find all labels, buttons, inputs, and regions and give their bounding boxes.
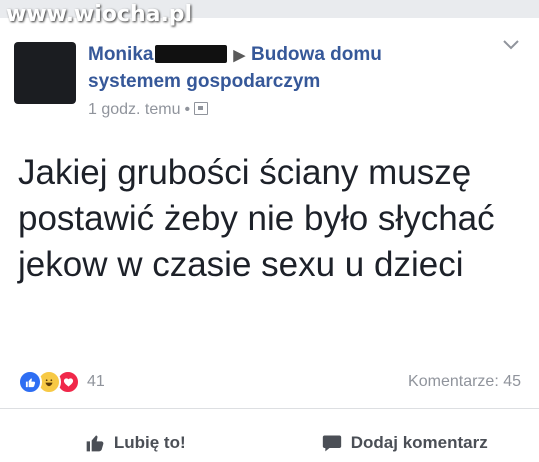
thumbs-up-icon xyxy=(86,435,104,451)
group-icon xyxy=(194,102,209,115)
like-button-label: Lubię to! xyxy=(113,432,186,452)
speech-bubble-icon xyxy=(322,435,341,451)
watermark: www.wiocha.pl xyxy=(6,2,193,27)
author-line: Monika ▶ Budowa domu systemem gospodarczym xyxy=(88,42,478,95)
divider xyxy=(0,408,539,409)
reaction-count: 41 xyxy=(87,373,105,390)
redaction-mark xyxy=(155,45,228,63)
comments-count[interactable]: Komentarze: 45 xyxy=(408,373,521,391)
post-text: Jakiej grubości ściany muszę postawić że… xyxy=(18,153,495,284)
post-stats: 41 Komentarze: 45 xyxy=(18,370,521,394)
post-header: Monika ▶ Budowa domu systemem gospodarczym… xyxy=(88,42,478,121)
meta-separator: • xyxy=(184,101,191,118)
chevron-down-icon[interactable] xyxy=(501,38,521,52)
like-button[interactable]: Lubię to! xyxy=(0,423,270,462)
post-meta: 1 godz. temu • xyxy=(88,99,478,121)
post-timestamp[interactable]: 1 godz. temu xyxy=(88,101,181,118)
author-name[interactable]: Monika xyxy=(88,44,153,65)
avatar[interactable] xyxy=(14,42,76,104)
like-reaction-icon xyxy=(18,370,42,394)
action-bar: Lubię to! Dodaj komentarz xyxy=(0,423,539,462)
comment-button[interactable]: Dodaj komentarz xyxy=(270,423,539,462)
reactions-summary[interactable]: 41 xyxy=(18,370,105,394)
comment-button-label: Dodaj komentarz xyxy=(350,432,488,452)
post-card: Monika ▶ Budowa domu systemem gospodarczym… xyxy=(0,18,539,423)
arrow-right-icon: ▶ xyxy=(233,47,245,64)
